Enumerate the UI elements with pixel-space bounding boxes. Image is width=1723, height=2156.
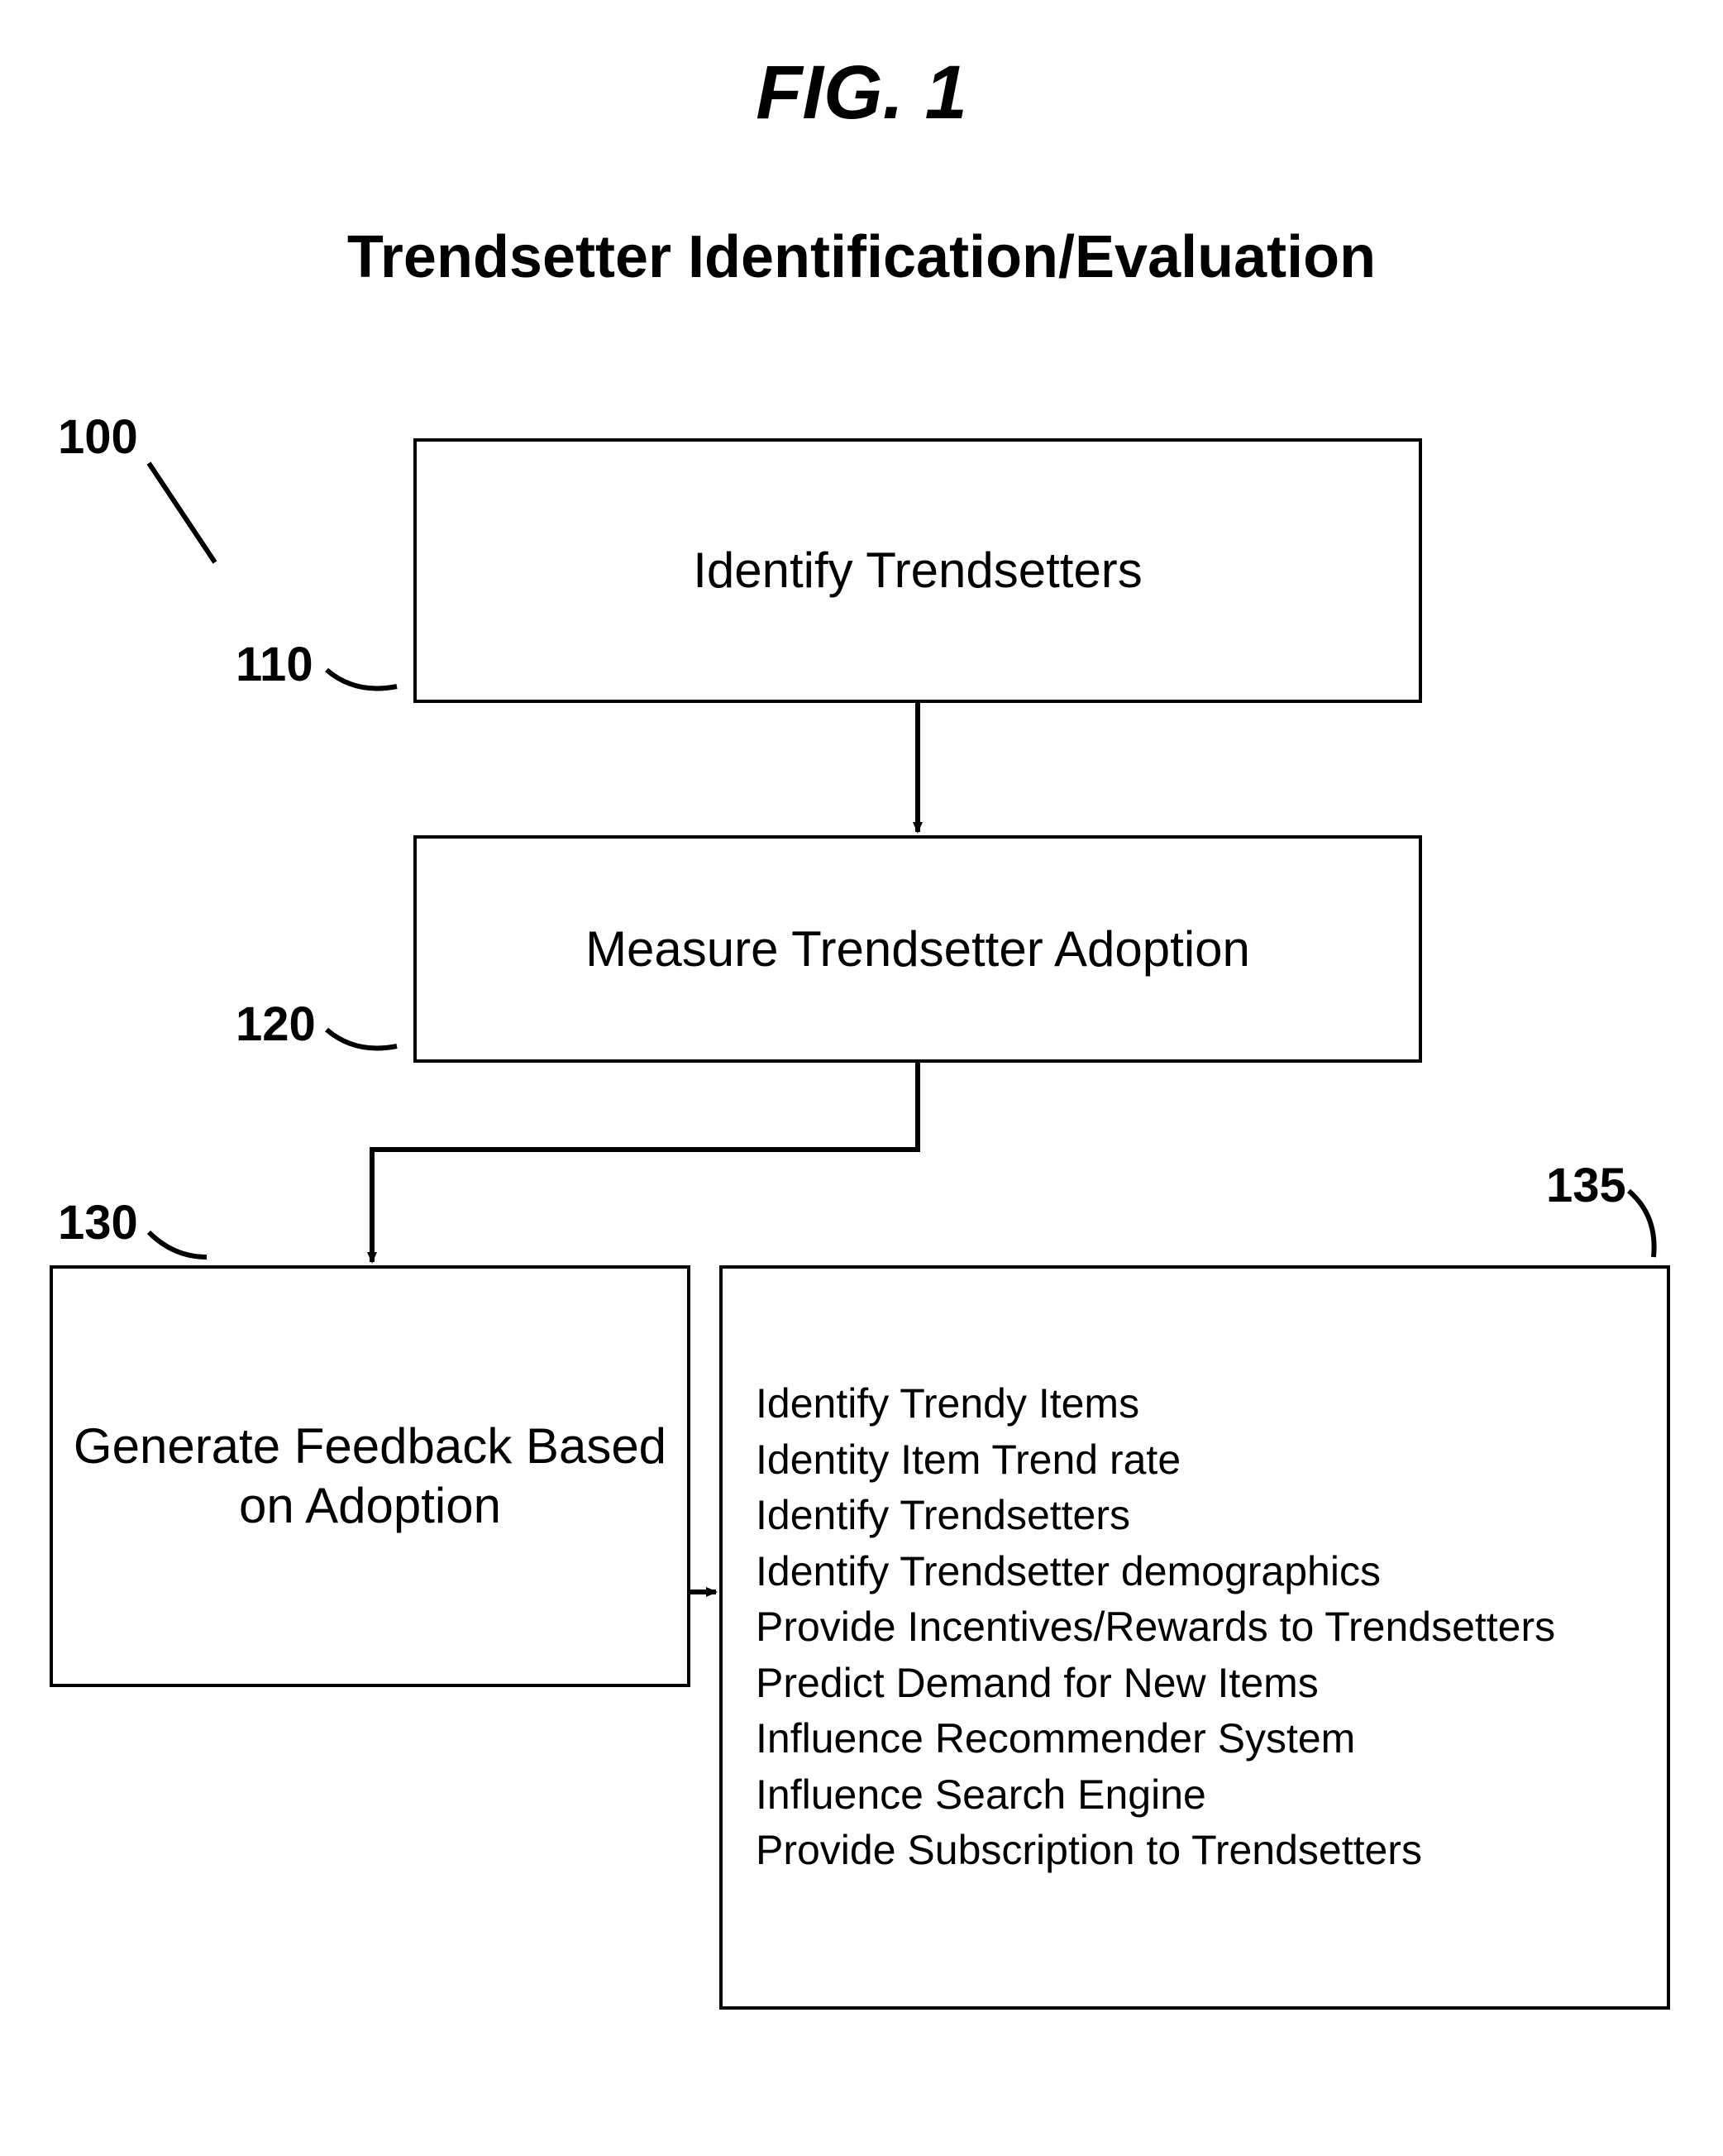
figure-title: FIG. 1 <box>0 50 1723 136</box>
box-120-text: Measure Trendsetter Adoption <box>585 920 1250 979</box>
box-feedback-outputs: Identify Trendy Items Identity Item Tren… <box>719 1265 1670 2010</box>
output-item: Identify Trendy Items <box>756 1376 1555 1432</box>
outputs-list: Identify Trendy Items Identity Item Tren… <box>756 1376 1555 1879</box>
output-item: Influence Search Engine <box>756 1767 1555 1824</box>
box-generate-feedback: Generate Feedback Based on Adoption <box>50 1265 690 1687</box>
diagram-subtitle: Trendsetter Identification/Evaluation <box>0 223 1723 291</box>
diagram-page: FIG. 1 Trendsetter Identification/Evalua… <box>0 0 1723 2156</box>
output-item: Identify Trendsetter demographics <box>756 1544 1555 1600</box>
ref-label-130: 130 <box>58 1195 138 1250</box>
output-item: Identify Trendsetters <box>756 1488 1555 1544</box>
box-110-text: Identify Trendsetters <box>693 541 1143 600</box>
output-item: Influence Recommender System <box>756 1711 1555 1767</box>
box-identify-trendsetters: Identify Trendsetters <box>413 438 1422 703</box>
output-item: Predict Demand for New Items <box>756 1656 1555 1712</box>
box-measure-adoption: Measure Trendsetter Adoption <box>413 835 1422 1063</box>
box-130-text: Generate Feedback Based on Adoption <box>69 1417 671 1536</box>
ref-label-120: 120 <box>236 997 316 1052</box>
ref-label-110: 110 <box>236 637 313 692</box>
output-item: Provide Incentives/Rewards to Trendsette… <box>756 1599 1555 1656</box>
ref-label-100: 100 <box>58 409 138 465</box>
output-item: Identity Item Trend rate <box>756 1432 1555 1489</box>
output-item: Provide Subscription to Trendsetters <box>756 1823 1555 1879</box>
ref-label-135: 135 <box>1546 1158 1626 1213</box>
